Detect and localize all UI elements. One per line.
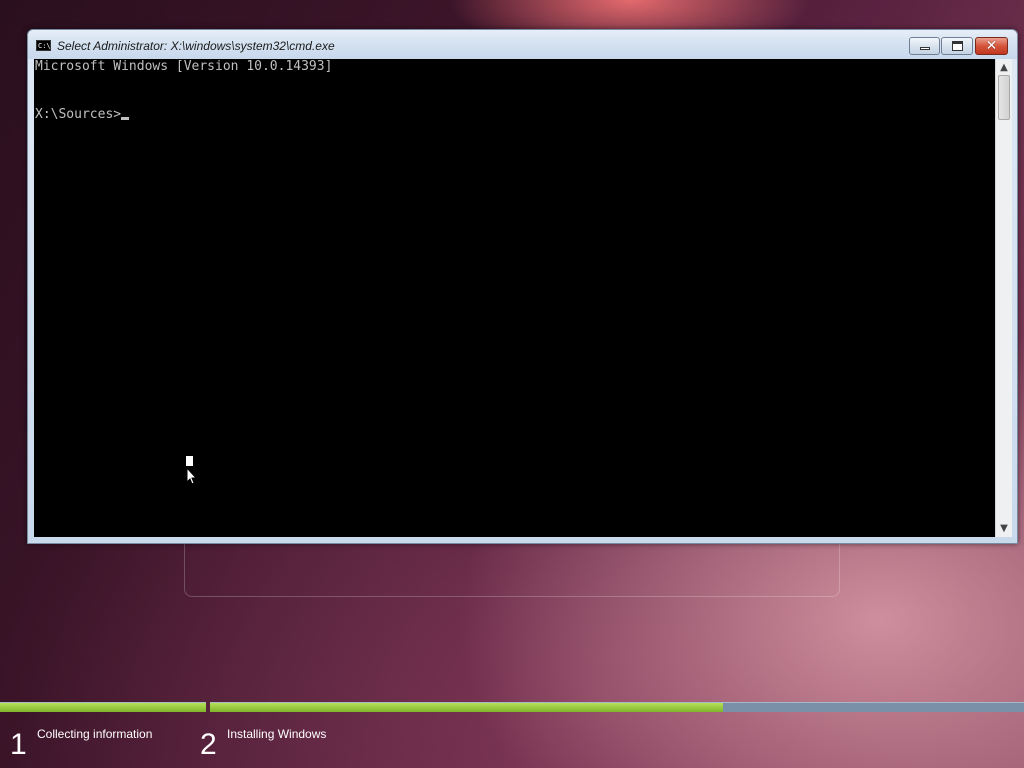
vertical-scrollbar[interactable]: ▲ ▼ [995,59,1012,537]
close-icon: ✕ [985,38,998,54]
scroll-up-arrow-icon[interactable]: ▲ [996,59,1012,76]
text-cursor [121,117,130,120]
title-bar[interactable]: C:\ Select Administrator: X:\windows\sys… [28,30,1017,59]
close-button[interactable]: ✕ [975,37,1008,55]
step-installing-windows: 2 Installing Windows [200,722,400,768]
progress-step1-fill [0,703,206,712]
console-output[interactable]: Microsoft Windows [Version 10.0.14393] X… [34,59,995,537]
console-line-version: Microsoft Windows [Version 10.0.14393] [35,59,333,74]
step-number: 1 [10,728,27,761]
window-title: Select Administrator: X:\windows\system3… [57,39,335,53]
cmd-window[interactable]: C:\ Select Administrator: X:\windows\sys… [27,29,1018,544]
minimize-button[interactable] [909,37,940,55]
scroll-down-arrow-icon[interactable]: ▼ [996,520,1012,537]
step-number: 2 [200,728,217,761]
mouse-pointer-icon [186,456,195,485]
step-collecting-information: 1 Collecting information [10,722,190,768]
progress-step1-track [0,702,206,712]
maximize-icon [952,41,963,51]
setup-progress-bar [0,702,1024,712]
progress-step2-fill [210,703,723,712]
step-label: Installing Windows [227,727,327,741]
minimize-icon [920,47,930,50]
step-label: Collecting information [37,727,153,741]
cmd-console-icon[interactable]: C:\ [36,40,51,51]
maximize-button[interactable] [941,37,973,55]
command-prompt: X:\Sources> [35,107,122,122]
console-line-prompt[interactable]: X:\Sources> [35,107,995,123]
progress-step2-track [210,702,1024,712]
scroll-thumb[interactable] [998,75,1010,120]
